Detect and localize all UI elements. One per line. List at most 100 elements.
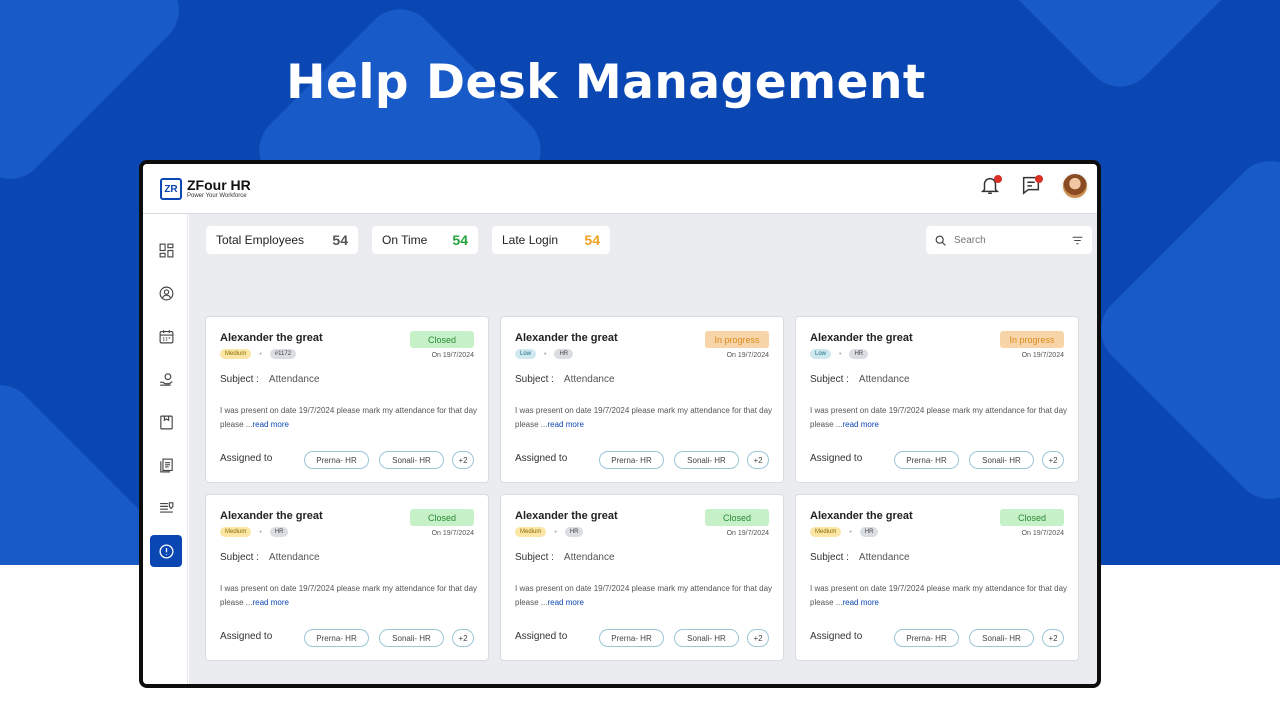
assignee-chip[interactable]: Prerna- HR xyxy=(894,451,959,469)
more-assignees-chip[interactable]: +2 xyxy=(1042,629,1064,647)
ticket-tags: Low • HR xyxy=(515,349,574,359)
assignee-chip[interactable]: Prerna- HR xyxy=(599,629,664,647)
stat-label: On Time xyxy=(382,233,428,247)
separator-dot: • xyxy=(849,528,852,536)
subject-label: Subject : xyxy=(220,552,259,563)
separator-dot: • xyxy=(259,350,262,358)
ticket-requester: Alexander the great xyxy=(810,510,913,522)
subject-label: Subject : xyxy=(810,552,849,563)
search-box xyxy=(926,226,1092,254)
ticket-tag: #1172 xyxy=(269,349,297,359)
ticket-card[interactable]: Alexander the great Low • HR In progress On 1… xyxy=(500,316,784,483)
sidebar-item-calendar[interactable] xyxy=(150,320,182,352)
status-badge: Closed xyxy=(410,331,474,348)
stat-on-time: On Time 54 xyxy=(372,226,478,254)
notifications-button[interactable] xyxy=(979,174,1003,198)
ticket-description: I was present on date 19/7/2024 please m… xyxy=(515,404,773,432)
ticket-card[interactable]: Alexander the great Medium • #1172 Closed On … xyxy=(205,316,489,483)
priority-badge: Medium xyxy=(515,527,547,537)
more-assignees-chip[interactable]: +2 xyxy=(1042,451,1064,469)
ticket-card[interactable]: Alexander the great Medium • HR Closed On 19/… xyxy=(500,494,784,661)
app-logo[interactable]: ZR ZFour HR Power Your Workforce xyxy=(160,178,251,200)
read-more-link[interactable]: read more xyxy=(842,598,878,607)
more-assignees-chip[interactable]: +2 xyxy=(452,629,474,647)
assignee-chip[interactable]: Prerna- HR xyxy=(304,629,369,647)
ticket-description: I was present on date 19/7/2024 please m… xyxy=(515,582,773,610)
ticket-requester: Alexander the great xyxy=(220,332,323,344)
ticket-subject: Subject : Attendance xyxy=(810,552,910,563)
status-badge: Closed xyxy=(1000,509,1064,526)
ticket-date: On 19/7/2024 xyxy=(726,530,769,537)
read-more-link[interactable]: read more xyxy=(252,598,288,607)
notification-dot xyxy=(994,175,1002,183)
ticket-subject: Subject : Attendance xyxy=(220,374,320,385)
subject-label: Subject : xyxy=(810,374,849,385)
more-assignees-chip[interactable]: +2 xyxy=(747,629,769,647)
decor-shape xyxy=(1086,146,1280,514)
sidebar-item-profile[interactable] xyxy=(150,277,182,309)
read-more-link[interactable]: read more xyxy=(547,420,583,429)
ticket-date: On 19/7/2024 xyxy=(1021,352,1064,359)
sidebar-item-policies[interactable] xyxy=(150,492,182,524)
more-assignees-chip[interactable]: +2 xyxy=(452,451,474,469)
assignee-chip[interactable]: Sonali- HR xyxy=(969,629,1034,647)
sidebar-item-payroll[interactable] xyxy=(150,363,182,395)
priority-badge: Medium xyxy=(810,527,842,537)
assigned-label: Assigned to xyxy=(810,631,863,642)
filter-icon[interactable] xyxy=(1071,234,1084,247)
more-assignees-chip[interactable]: +2 xyxy=(747,451,769,469)
sidebar-item-helpdesk[interactable] xyxy=(150,535,182,567)
ticket-requester: Alexander the great xyxy=(220,510,323,522)
status-badge: In progress xyxy=(705,331,769,348)
assignee-chip[interactable]: Sonali- HR xyxy=(379,451,444,469)
ticket-subject: Subject : Attendance xyxy=(515,374,615,385)
stat-value: 54 xyxy=(332,232,348,248)
app-tagline: Power Your Workforce xyxy=(187,193,247,199)
assignee-chip[interactable]: Prerna- HR xyxy=(304,451,369,469)
subject-label: Subject : xyxy=(220,374,259,385)
sidebar-item-files[interactable] xyxy=(150,449,182,481)
subject-label: Subject : xyxy=(515,552,554,563)
assignee-chip[interactable]: Sonali- HR xyxy=(674,451,739,469)
assignee-chip[interactable]: Prerna- HR xyxy=(894,629,959,647)
message-dot xyxy=(1035,175,1043,183)
ticket-tag: HR xyxy=(269,527,289,537)
assignee-chip[interactable]: Sonali- HR xyxy=(969,451,1034,469)
subject-label: Subject : xyxy=(515,374,554,385)
read-more-link[interactable]: read more xyxy=(252,420,288,429)
search-input[interactable] xyxy=(954,234,1064,246)
ticket-card[interactable]: Alexander the great Low • HR In progress On 1… xyxy=(795,316,1079,483)
messages-button[interactable] xyxy=(1020,174,1044,198)
sidebar-item-documents[interactable] xyxy=(150,406,182,438)
status-badge: Closed xyxy=(410,509,474,526)
stat-late-login: Late Login 54 xyxy=(492,226,610,254)
read-more-link[interactable]: read more xyxy=(547,598,583,607)
ticket-card[interactable]: Alexander the great Medium • HR Closed On 19/… xyxy=(205,494,489,661)
assignee-chip[interactable]: Sonali- HR xyxy=(674,629,739,647)
assigned-label: Assigned to xyxy=(810,453,863,464)
ticket-card[interactable]: Alexander the great Medium • HR Closed On 19/… xyxy=(795,494,1079,661)
ticket-tag: HR xyxy=(859,527,879,537)
ticket-date: On 19/7/2024 xyxy=(431,530,474,537)
priority-badge: Medium xyxy=(220,349,252,359)
ticket-description: I was present on date 19/7/2024 please m… xyxy=(810,404,1068,432)
separator-dot: • xyxy=(554,528,557,536)
sidebar-item-dashboard[interactable] xyxy=(150,234,182,266)
stat-label: Late Login xyxy=(502,233,559,247)
payroll-icon xyxy=(159,372,173,386)
priority-badge: Medium xyxy=(220,527,252,537)
user-avatar[interactable] xyxy=(1061,172,1089,200)
stat-value: 54 xyxy=(452,232,468,248)
subject-value: Attendance xyxy=(268,552,320,563)
assignee-chip[interactable]: Prerna- HR xyxy=(599,451,664,469)
ticket-date: On 19/7/2024 xyxy=(431,352,474,359)
status-badge: In progress xyxy=(1000,331,1064,348)
assignee-chip[interactable]: Sonali- HR xyxy=(379,629,444,647)
stat-label: Total Employees xyxy=(216,233,305,247)
separator-dot: • xyxy=(839,350,842,358)
priority-badge: Low xyxy=(515,349,537,359)
read-more-link[interactable]: read more xyxy=(842,420,878,429)
app-name: ZFour HR xyxy=(187,177,251,193)
subject-value: Attendance xyxy=(563,374,615,385)
ticket-requester: Alexander the great xyxy=(810,332,913,344)
